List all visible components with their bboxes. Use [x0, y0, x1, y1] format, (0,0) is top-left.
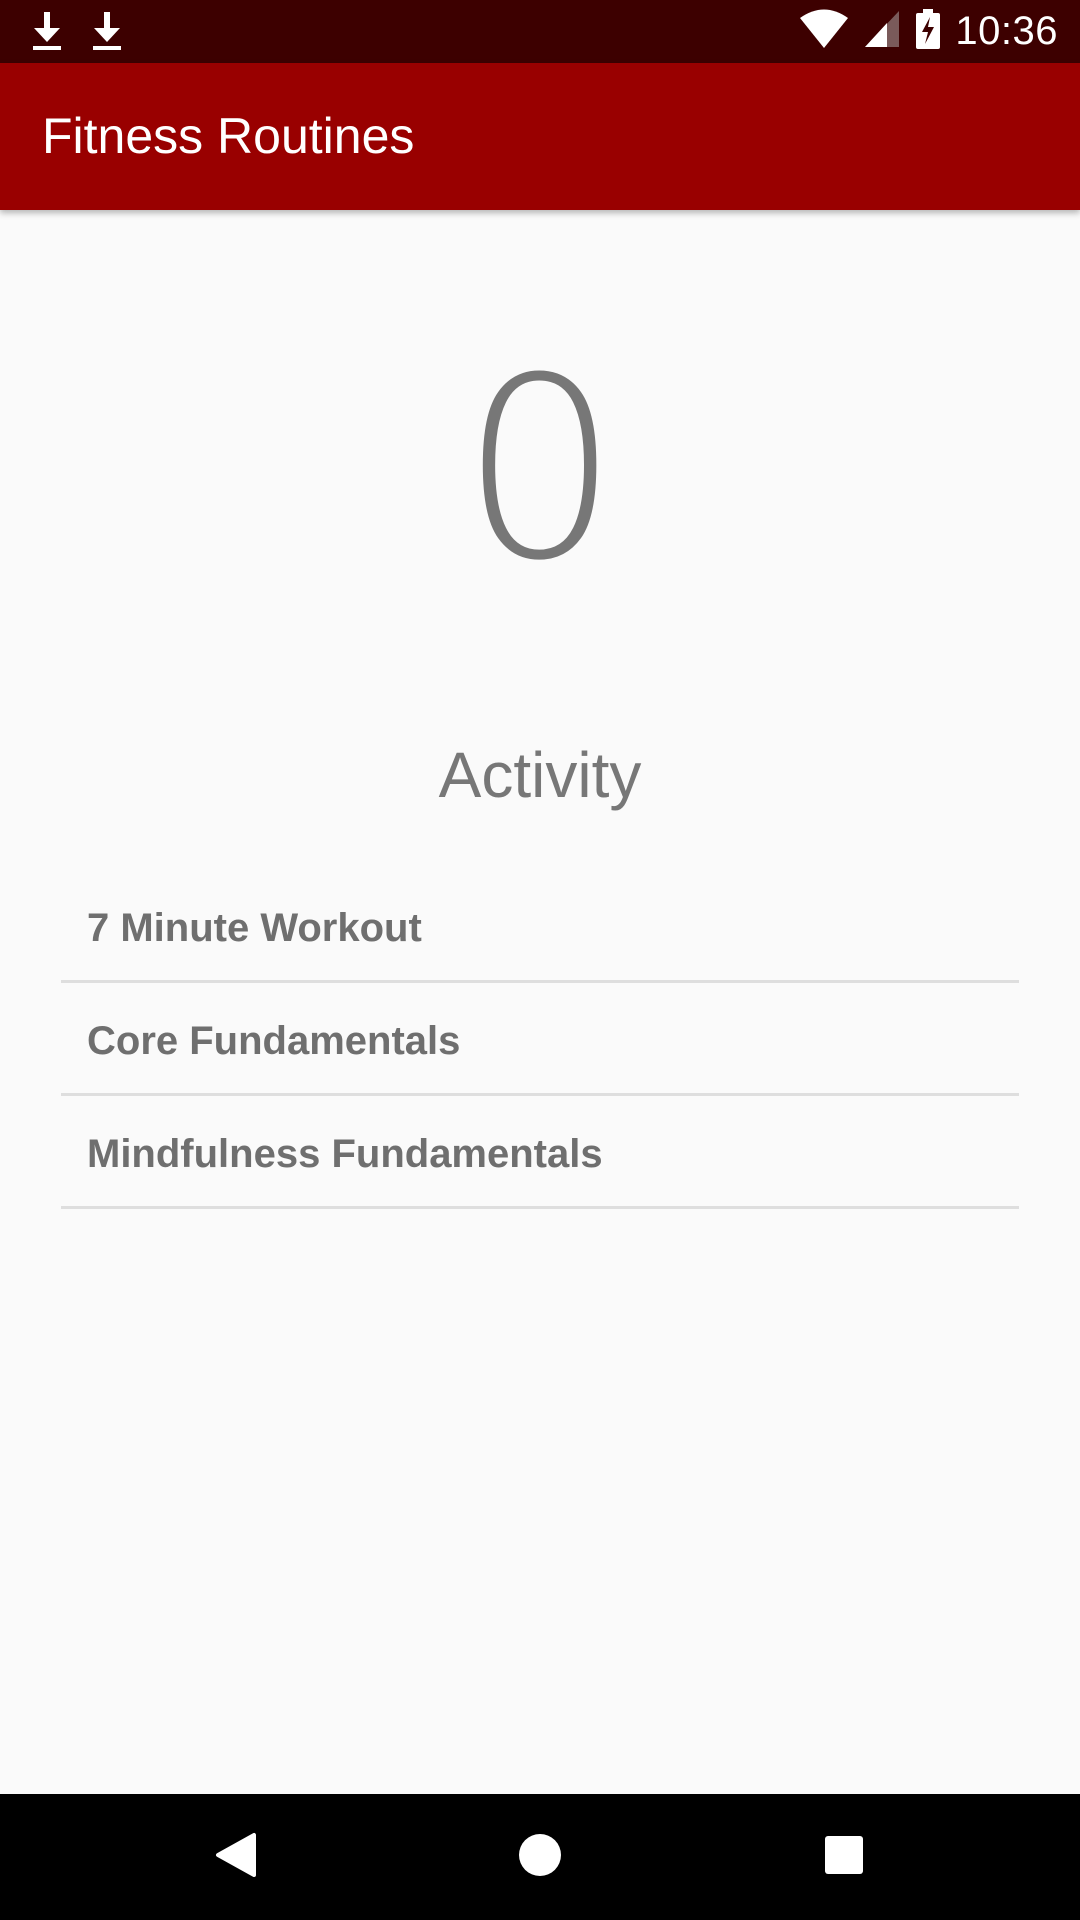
navigation-bar [0, 1794, 1080, 1920]
app-title: Fitness Routines [42, 108, 415, 164]
routine-label: 7 Minute Workout [87, 906, 422, 950]
list-item-mindfulness-fundamentals[interactable]: Mindfulness Fundamentals [61, 1096, 1019, 1209]
home-button[interactable] [510, 1827, 570, 1887]
app-bar: Fitness Routines [0, 63, 1080, 210]
status-time: 10:36 [955, 9, 1058, 53]
activity-counter: 0 [460, 324, 620, 615]
routine-list: 7 Minute Workout Core Fundamentals Mindf… [61, 870, 1019, 1209]
screen: 10:36 Fitness Routines 0 Activity 7 Minu… [0, 0, 1080, 1920]
back-icon [214, 1831, 258, 1884]
download-icon [30, 10, 64, 57]
notification-icons [30, 10, 124, 57]
battery-charging-icon [915, 9, 941, 54]
back-button[interactable] [206, 1827, 266, 1887]
recents-button[interactable] [814, 1827, 874, 1887]
system-icons: 10:36 [799, 0, 1058, 63]
routine-label: Mindfulness Fundamentals [87, 1132, 603, 1176]
status-bar: 10:36 [0, 0, 1080, 63]
home-icon [517, 1832, 563, 1883]
recents-icon [823, 1834, 865, 1881]
download-icon [90, 10, 124, 57]
routine-label: Core Fundamentals [87, 1019, 461, 1063]
list-item-core-fundamentals[interactable]: Core Fundamentals [61, 983, 1019, 1096]
wifi-icon [799, 9, 849, 54]
cell-signal-icon [863, 9, 901, 54]
activity-heading: Activity [438, 739, 642, 811]
list-item-7-minute-workout[interactable]: 7 Minute Workout [61, 870, 1019, 983]
